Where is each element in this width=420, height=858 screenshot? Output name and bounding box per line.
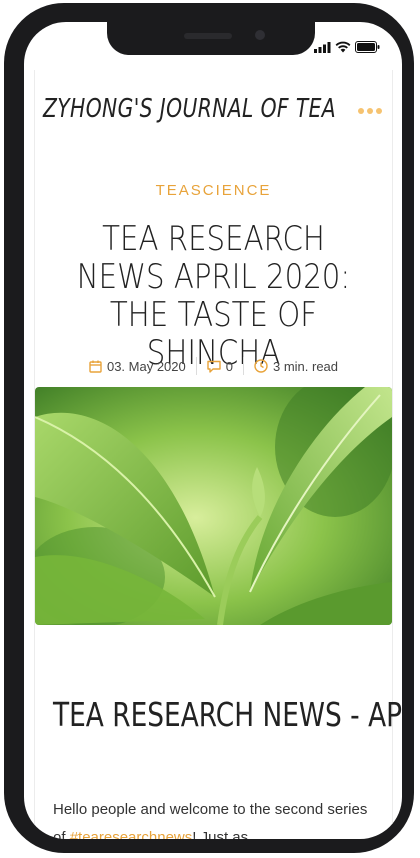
post-read-time: 3 min. read xyxy=(244,359,348,374)
menu-dot xyxy=(358,108,364,114)
calendar-icon xyxy=(89,360,102,373)
cellular-signal-icon xyxy=(314,41,331,53)
post-comments-link[interactable]: 0 xyxy=(197,359,243,374)
status-bar xyxy=(314,40,380,54)
page-content: ZYHONG'S JOURNAL OF TEA TEASCIENCE TEA R… xyxy=(34,70,402,839)
post-date: 03. May 2020 xyxy=(79,359,196,374)
post-title: TEA RESEARCH NEWS APRIL 2020: THE TASTE … xyxy=(76,219,351,373)
comment-icon xyxy=(207,360,221,373)
menu-dot xyxy=(367,108,373,114)
article-intro: Hello people and welcome to the second s… xyxy=(53,796,373,839)
comment-count: 0 xyxy=(225,358,233,374)
front-camera-icon xyxy=(255,30,265,40)
battery-icon xyxy=(355,41,380,53)
post-meta: 03. May 2020 0 3 min. read xyxy=(35,357,392,375)
blog-title[interactable]: ZYHONG'S JOURNAL OF TEA xyxy=(43,94,336,124)
article-heading: TEA RESEARCH NEWS - APRIL 2020 xyxy=(53,695,402,734)
read-time-text: 3 min. read xyxy=(272,358,339,374)
hero-image xyxy=(35,387,392,625)
wifi-icon xyxy=(335,41,351,53)
hashtag-link[interactable]: #tearesearchnews xyxy=(70,829,193,839)
phone-frame: ZYHONG'S JOURNAL OF TEA TEASCIENCE TEA R… xyxy=(4,3,414,853)
menu-button[interactable] xyxy=(358,108,382,114)
phone-notch xyxy=(107,22,315,55)
menu-dot xyxy=(376,108,382,114)
clock-icon xyxy=(254,359,268,373)
speaker-grille xyxy=(184,33,232,39)
post-date-text: 03. May 2020 xyxy=(106,358,186,374)
intro-text-cont: ! Just as xyxy=(192,829,249,839)
phone-screen: ZYHONG'S JOURNAL OF TEA TEASCIENCE TEA R… xyxy=(24,22,402,839)
post-category-link[interactable]: TEASCIENCE xyxy=(35,182,392,199)
